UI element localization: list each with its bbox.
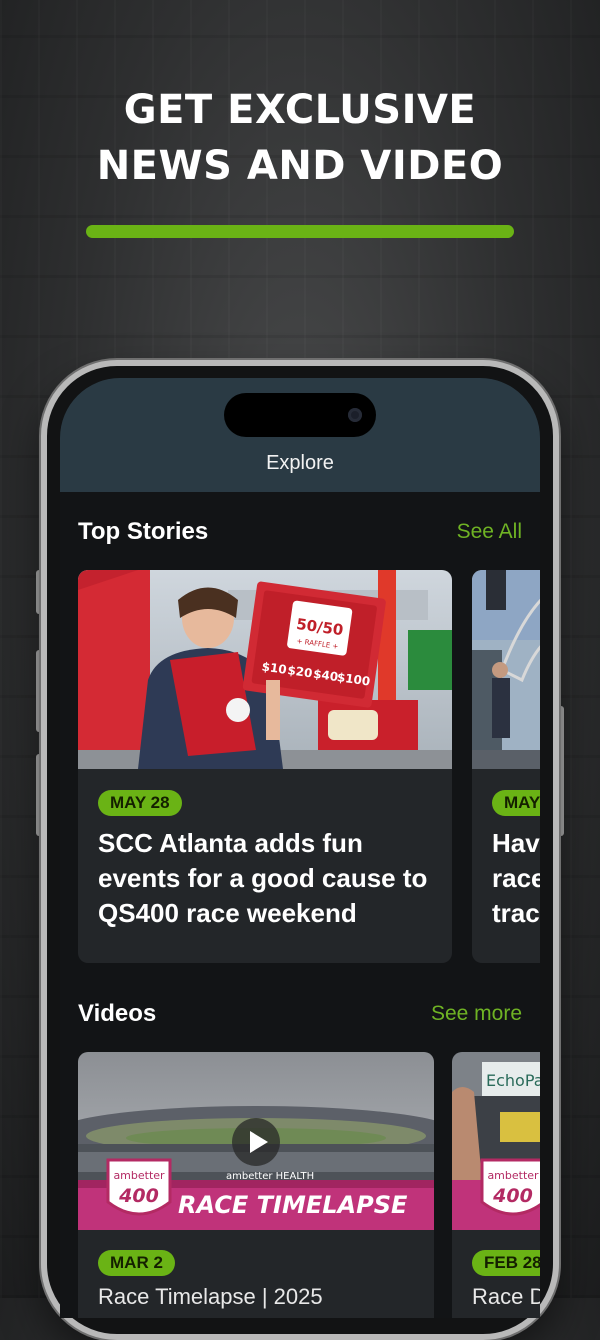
video-card[interactable]: EchoPar ambetter 400 FEB 28 Race D <box>452 1052 540 1318</box>
story-image: 50/50 + RAFFLE + $10 $20 $40 $100 <box>78 570 452 769</box>
story-card[interactable]: 50/50 + RAFFLE + $10 $20 $40 $100 MAY 28… <box>78 570 452 963</box>
video-thumbnail: EchoPar ambetter 400 <box>452 1052 540 1230</box>
story-headline: SCC Atlanta adds fun events for a good c… <box>98 828 428 928</box>
date-badge: MAR 2 <box>98 1250 175 1276</box>
video-headline: Race Timelapse | 2025 <box>98 1284 323 1309</box>
ambetter-400-logo: ambetter 400 <box>106 1158 172 1216</box>
story-headline: Hav race trac <box>492 826 540 931</box>
nav-title: Explore <box>266 452 334 474</box>
logo-number: 400 <box>118 1185 159 1207</box>
sponsor-text: ambetter HEALTH <box>226 1171 314 1182</box>
videos-title: Videos <box>78 1000 157 1027</box>
headline-line-2: NEWS AND VIDEO <box>96 143 504 189</box>
logo-number: 400 <box>492 1185 533 1207</box>
see-all-link[interactable]: See All <box>457 520 522 544</box>
phone-screen: Explore Top Stories See All 50/50 + RAFF… <box>60 378 540 1318</box>
play-icon[interactable] <box>232 1118 280 1166</box>
video-card[interactable]: ambetter HEALTH ambetter 400 RACE TIMELA… <box>78 1052 434 1318</box>
logo-text: ambetter <box>487 1169 539 1182</box>
top-stories-title: Top Stories <box>78 518 209 545</box>
date-badge: FEB 28 <box>472 1250 540 1276</box>
headline-line-1: GET EXCLUSIVE <box>123 87 477 133</box>
camera-icon <box>348 408 362 422</box>
banner-text: RACE TIMELAPSE <box>178 1191 408 1219</box>
story-headline-line: race <box>492 863 540 893</box>
top-stories-header: Top Stories See All <box>78 518 522 546</box>
story-headline-line: Hav <box>492 828 540 858</box>
accent-bar <box>86 225 514 238</box>
promo-headline: GET EXCLUSIVE NEWS AND VIDEO <box>0 82 600 194</box>
dynamic-island <box>224 393 376 437</box>
story-card[interactable]: MAY Hav race trac <box>472 570 540 963</box>
date-badge: MAY 28 <box>98 790 182 816</box>
story-headline-line: trac <box>492 898 540 928</box>
date-badge: MAY <box>492 790 540 816</box>
video-headline: Race D <box>472 1284 540 1309</box>
videos-header: Videos See more <box>78 1000 522 1028</box>
sign-text: EchoPar <box>486 1071 540 1090</box>
story-image <box>472 570 540 769</box>
see-more-link[interactable]: See more <box>431 1002 522 1026</box>
logo-text: ambetter <box>113 1169 165 1182</box>
nav-bar: Explore <box>60 378 540 492</box>
